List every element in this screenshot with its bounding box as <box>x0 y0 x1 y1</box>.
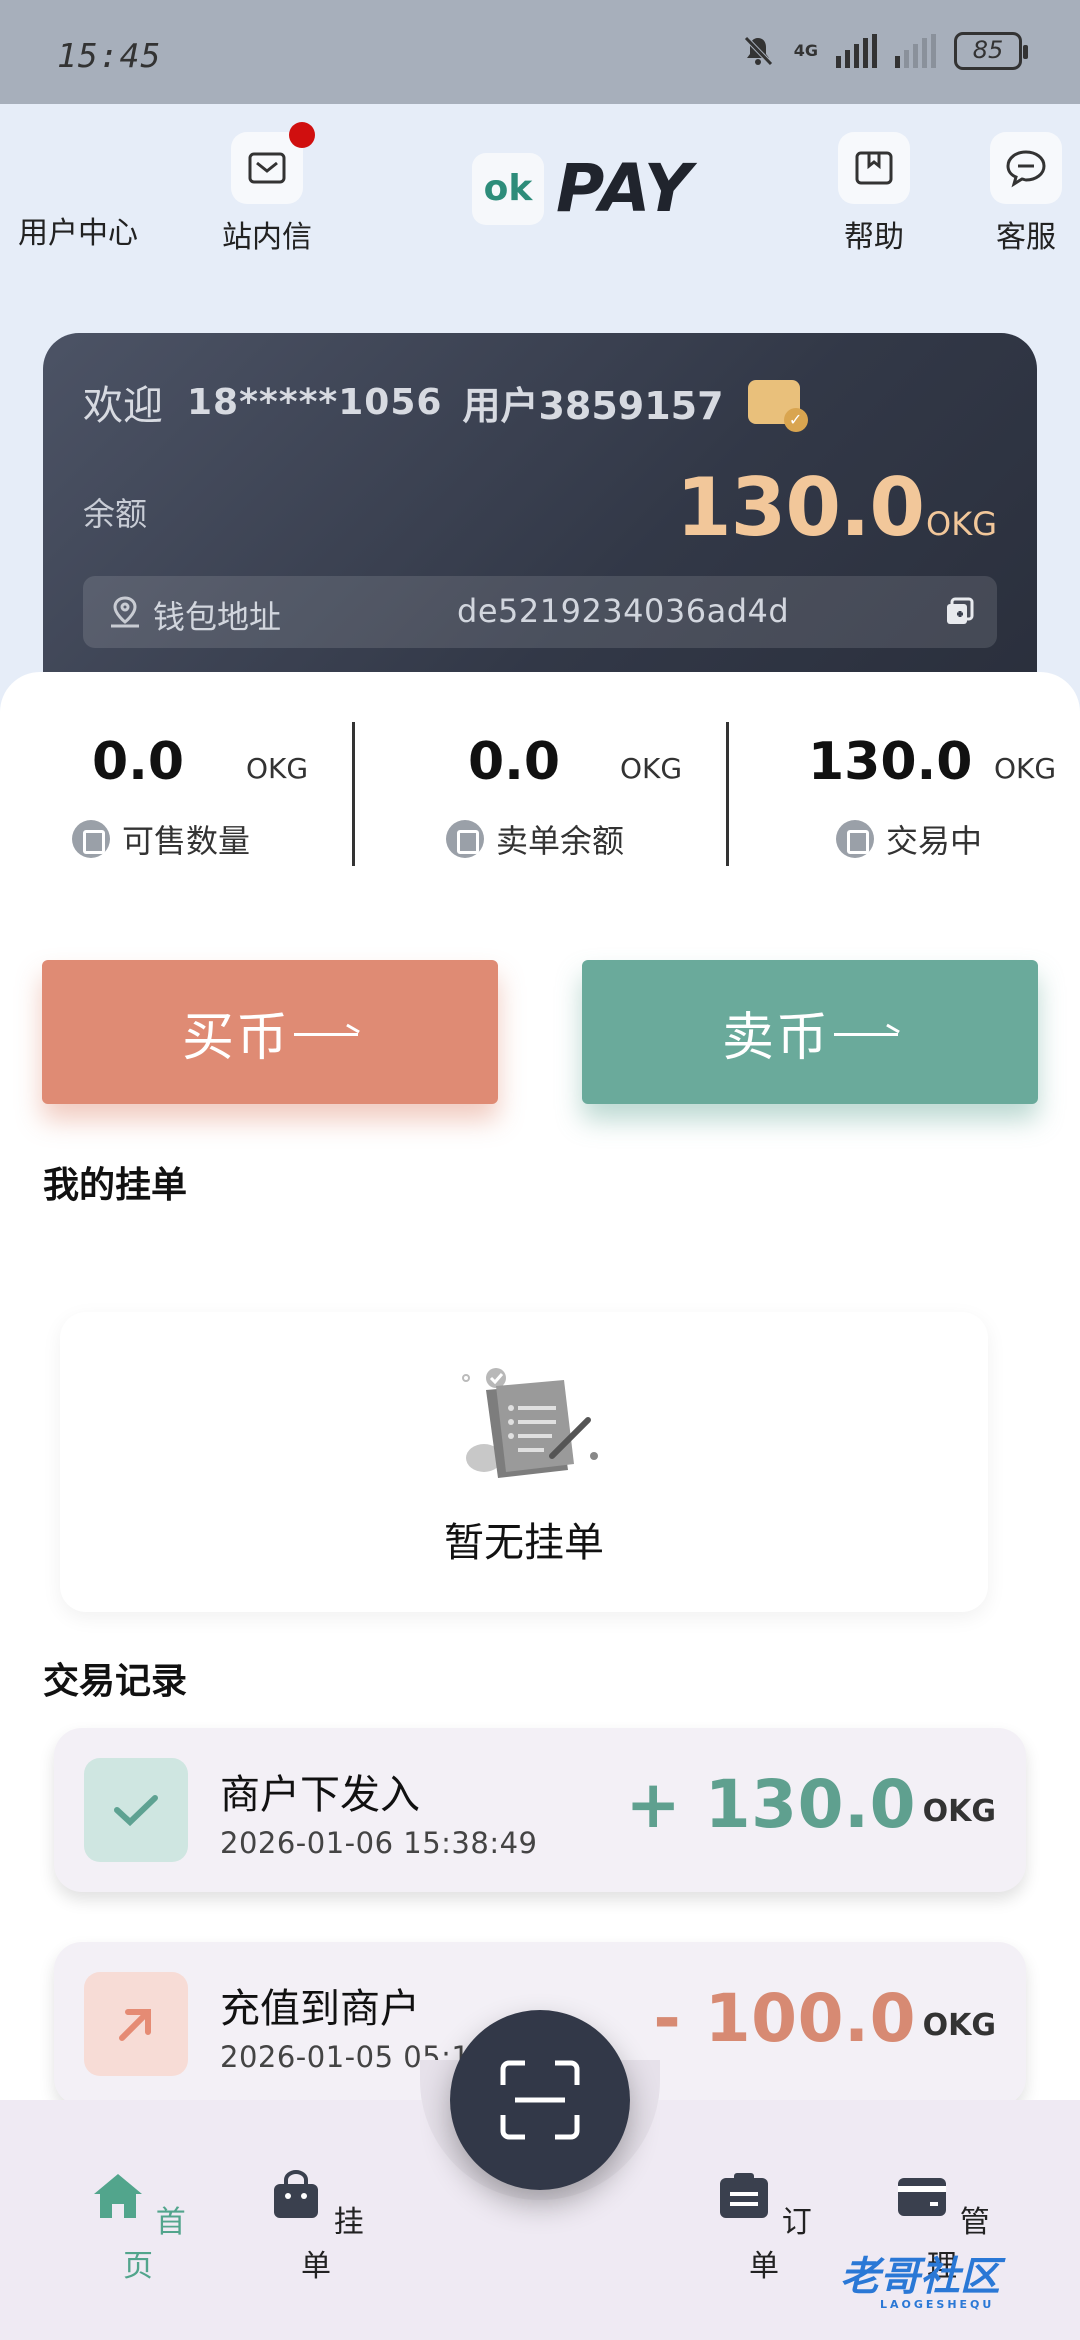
user-center-label: 用户中心 <box>18 216 138 251</box>
transaction-unit: OKG <box>922 2008 996 2043</box>
arrow-right-icon <box>294 1032 358 1036</box>
transaction-time: 2026-01-06 15:38:49 <box>220 1826 538 1860</box>
arrow-up-right-icon <box>84 1972 188 2076</box>
logo-mark: ok <box>483 168 533 209</box>
wallet-address-row: 钱包地址 de5219234036ad4d <box>83 576 997 648</box>
stat-label: 卖单余额 <box>446 816 624 862</box>
welcome-label: 欢迎 <box>83 383 163 429</box>
shopping-bag-icon <box>274 2170 319 2218</box>
chat-bubble-icon <box>990 132 1062 204</box>
signal-strength-icon <box>836 34 877 68</box>
buy-label: 买币 <box>181 1007 290 1068</box>
transactions-title: 交易记录 <box>43 1661 188 1702</box>
arrow-right-icon <box>834 1032 898 1036</box>
transaction-amount: - 100.0 <box>653 1980 916 2057</box>
status-bar: 15:45 4G 85 <box>0 0 1080 104</box>
watermark-logo: 老哥社区 LAOGESHEQU <box>840 2244 1000 2311</box>
app-logo: ok PAY <box>472 150 693 227</box>
tab-home[interactable]: 首页 <box>78 2170 198 2285</box>
location-pin-icon <box>111 596 139 628</box>
help-button[interactable]: 帮助 <box>838 132 910 256</box>
help-book-icon <box>838 132 910 204</box>
account-card: 欢迎 18*****1056 用户3859157 余额 130.0 OKG 钱包… <box>43 333 1037 713</box>
empty-orders-card: 暂无挂单 <box>60 1312 988 1612</box>
stat-label-text: 交易中 <box>886 822 983 860</box>
card-icon <box>898 2178 947 2216</box>
phone-number: 18*****1056 <box>187 381 443 423</box>
inbox-button[interactable]: 站内信 <box>222 122 315 256</box>
logo-text: PAY <box>556 150 693 227</box>
user-center-link[interactable]: 用户中心 <box>18 208 138 252</box>
my-orders-title: 我的挂单 <box>43 1165 188 1206</box>
orders-icon <box>720 2173 769 2218</box>
balance-unit: OKG <box>926 505 997 543</box>
top-navigation: 用户中心 站内信 ok PAY 帮助 客服 <box>0 104 1080 284</box>
balance-display: 130.0 OKG <box>676 461 997 554</box>
mail-icon <box>231 122 315 204</box>
divider <box>726 722 729 866</box>
status-time: 15:45 <box>57 36 162 75</box>
stat-label-text: 卖单余额 <box>496 822 625 860</box>
watermark-text: 老哥社区 <box>840 2254 1000 2300</box>
balance-value: 130.0 <box>675 461 925 554</box>
balance-label: 余额 <box>83 495 148 533</box>
stat-value: 130.0 <box>808 732 973 792</box>
stat-label: 交易中 <box>836 816 982 862</box>
transaction-name: 商户下发入 <box>220 1772 420 1818</box>
empty-orders-text: 暂无挂单 <box>444 1520 604 1566</box>
status-icons: 4G 85 <box>740 32 1028 70</box>
verified-id-icon <box>747 380 808 432</box>
customer-service-button[interactable]: 客服 <box>990 132 1062 256</box>
tab-listings[interactable]: 挂单 <box>256 2170 376 2285</box>
logo-badge-icon: ok <box>472 152 544 225</box>
empty-document-icon <box>462 1368 598 1478</box>
stat-unit: OKG <box>246 752 309 785</box>
sell-button[interactable]: 卖币 <box>582 960 1038 1104</box>
bell-muted-icon <box>743 36 773 66</box>
signal-secondary-icon <box>895 34 936 68</box>
transaction-amount: + 130.0 <box>625 1766 916 1843</box>
wallet-label: 钱包地址 <box>153 598 282 636</box>
network-type: 4G <box>793 41 818 60</box>
stat-value: 0.0 <box>468 732 561 792</box>
transaction-unit: OKG <box>922 1794 996 1829</box>
main-panel: 0.0 OKG 可售数量 0.0 OKG 卖单余额 130.0 OKG 交易中 … <box>0 672 1080 2106</box>
printer-icon <box>836 820 874 858</box>
document-icon <box>72 820 110 858</box>
help-label: 帮助 <box>844 220 904 255</box>
watermark-sub: LAOGESHEQU <box>880 2298 995 2311</box>
transaction-name: 充值到商户 <box>220 1986 420 2032</box>
stat-unit: OKG <box>620 752 683 785</box>
home-icon <box>94 2174 143 2218</box>
document-icon <box>446 820 484 858</box>
wallet-address: de5219234036ad4d <box>457 592 790 630</box>
buy-button[interactable]: 买币 <box>42 960 498 1104</box>
service-label: 客服 <box>996 220 1056 255</box>
username: 用户3859157 <box>462 383 724 428</box>
welcome-row: 欢迎 18*****1056 用户3859157 <box>83 373 808 432</box>
sell-label: 卖币 <box>721 1007 830 1068</box>
tab-orders[interactable]: 订单 <box>704 2170 824 2285</box>
stat-label-text: 可售数量 <box>122 822 251 860</box>
stat-value: 0.0 <box>92 732 185 792</box>
copy-icon[interactable] <box>943 596 975 628</box>
stat-unit: OKG <box>994 752 1057 785</box>
scan-icon <box>500 2060 580 2140</box>
check-icon <box>84 1758 188 1862</box>
notification-dot <box>289 122 315 148</box>
battery-icon: 85 <box>954 32 1028 70</box>
stat-label: 可售数量 <box>72 816 250 862</box>
inbox-label: 站内信 <box>222 220 312 255</box>
transaction-item[interactable]: 商户下发入 2026-01-06 15:38:49 + 130.0 OKG <box>54 1728 1026 1892</box>
scan-button[interactable] <box>450 2010 630 2190</box>
divider <box>352 722 355 866</box>
